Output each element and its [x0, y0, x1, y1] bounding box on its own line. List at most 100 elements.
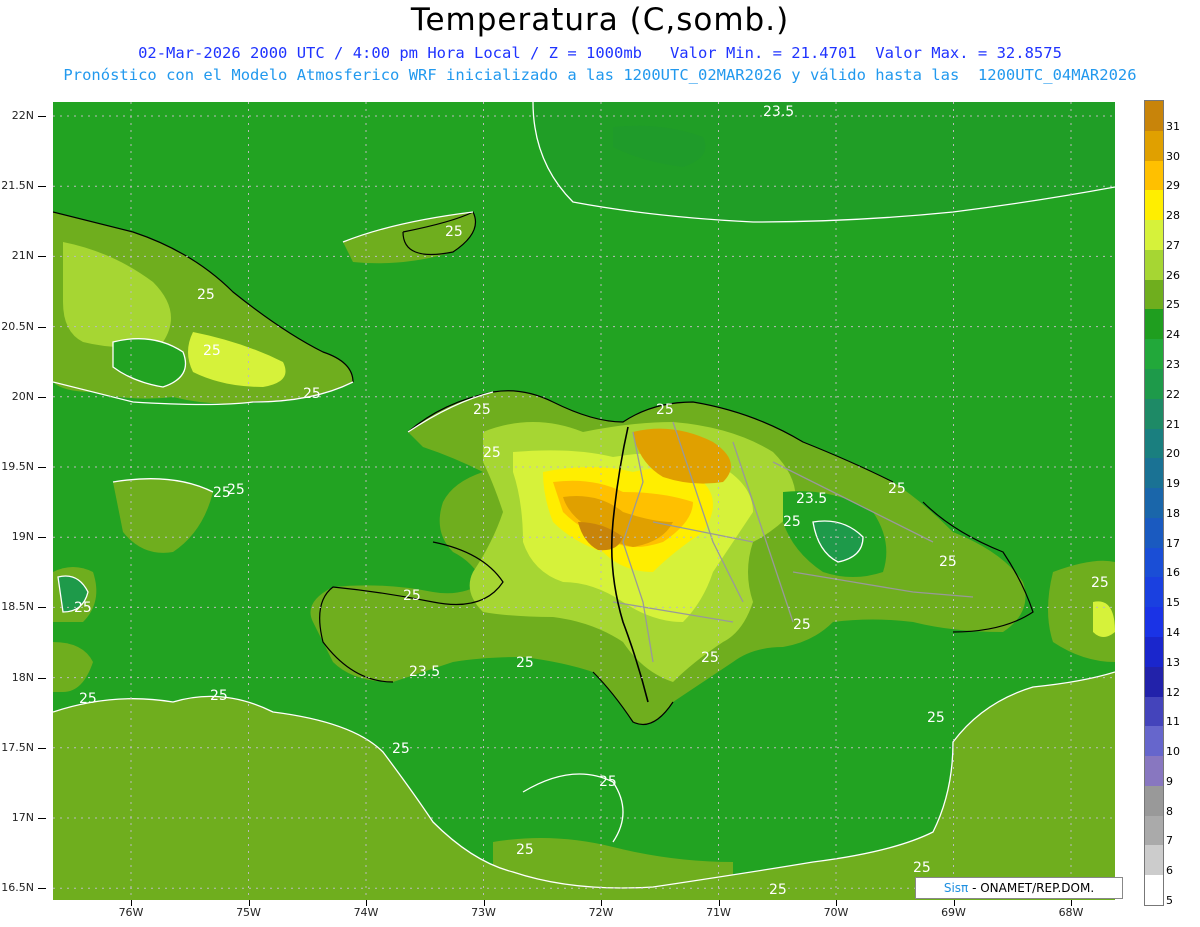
lon-tick: [1071, 900, 1072, 906]
colorbar-label: 17: [1166, 536, 1180, 550]
colorbar-label: 7: [1166, 834, 1173, 848]
colorbar-swatch: [1145, 130, 1163, 162]
colorbar-swatch: [1145, 339, 1163, 370]
lat-label: 21.5N: [1, 179, 34, 193]
lon-label: 72W: [588, 906, 614, 919]
lat-tick: [38, 607, 46, 609]
colorbar-swatch: [1145, 815, 1163, 846]
lon-tick: [953, 900, 955, 906]
colorbar-swatch: [1145, 190, 1163, 221]
lon-label: 70W: [823, 906, 849, 919]
contour-label: 25: [516, 842, 534, 858]
contour-label: 25: [445, 224, 463, 240]
contour-label: 25: [203, 343, 221, 359]
contour-label: 25: [79, 691, 97, 707]
lon-label: 75W: [236, 906, 261, 919]
contour-label: 25: [197, 287, 215, 303]
colorbar-swatch: [1145, 785, 1163, 817]
lat-tick: [38, 396, 46, 398]
contour-label: 25: [939, 554, 957, 570]
contour-label: 25: [303, 386, 321, 402]
colorbar-label: 18: [1166, 506, 1180, 520]
colorbar-swatch: [1145, 607, 1163, 638]
contour-label: 25: [927, 710, 945, 726]
colorbar-label: 26: [1166, 268, 1180, 282]
colorbar-swatch: [1145, 726, 1163, 757]
lon-label: 71W: [706, 906, 731, 919]
lat-label: 20N: [11, 389, 34, 403]
lat-label: 21N: [11, 249, 34, 263]
colorbar-label: 20: [1166, 447, 1180, 461]
colorbar-swatch: [1145, 458, 1163, 489]
contour-label: 25: [213, 485, 231, 501]
lat-tick: [38, 677, 46, 679]
credit-text: - ONAMET/REP.DOM.: [968, 881, 1095, 895]
contour-label: 25: [913, 860, 931, 876]
colorbar-swatch: [1145, 428, 1163, 459]
colorbar-label: 25: [1166, 298, 1180, 312]
forecast-time-and-range: 02-Mar-2026 2000 UTC / 4:00 pm Hora Loca…: [138, 44, 1062, 62]
colorbar-swatch: [1145, 696, 1163, 727]
colorbar-swatch: [1145, 249, 1163, 281]
lon-label: 68W: [1058, 906, 1084, 919]
colorbar-label: 8: [1166, 804, 1173, 818]
lat-tick: [38, 186, 46, 188]
colorbar-label: 23: [1166, 358, 1180, 371]
lat-label: 18.5N: [1, 600, 34, 614]
colorbar-swatch: [1145, 666, 1163, 698]
lat-tick: [38, 256, 46, 258]
colorbar-label: 9: [1166, 774, 1173, 788]
lon-label: 76W: [118, 906, 144, 919]
contour-label: 25: [1091, 575, 1109, 591]
contour-label: 23.5: [763, 104, 794, 120]
lat-tick: [38, 818, 46, 819]
colorbar-swatch: [1145, 547, 1163, 578]
lon-tick: [601, 900, 602, 906]
lon-tick: [366, 900, 367, 906]
contour-label: 25: [392, 741, 410, 757]
lat-label: 19N: [11, 530, 34, 544]
lon-tick: [483, 900, 485, 906]
colorbar-label: 28: [1166, 209, 1180, 223]
lat-label: 19.5N: [1, 460, 34, 473]
colorbar-label: 27: [1166, 238, 1180, 252]
credit-box: Sisπ - ONAMET/REP.DOM.: [915, 877, 1123, 899]
lat-tick: [38, 888, 46, 890]
lat-tick: [38, 467, 46, 468]
colorbar-swatch: [1145, 875, 1163, 906]
colorbar-swatch: [1145, 279, 1163, 310]
lat-label: 22N: [11, 109, 34, 122]
colorbar-swatch: [1145, 369, 1163, 400]
contour-label: 25: [783, 514, 801, 530]
contour-label: 25: [599, 774, 617, 790]
lat-label: 18N: [11, 670, 34, 684]
lon-tick: [131, 900, 132, 906]
contour-label: 25: [516, 655, 534, 671]
colorbar-label: 10: [1166, 745, 1180, 759]
lon-tick: [718, 900, 720, 906]
colorbar-swatch: [1145, 220, 1163, 251]
colorbar-swatch: [1145, 160, 1163, 191]
lat-label: 17N: [11, 811, 34, 824]
contour-label: 25: [74, 600, 92, 616]
lon-tick: [248, 900, 250, 906]
colorbar-swatch: [1145, 309, 1163, 340]
contour-label: 23.5: [409, 664, 440, 680]
temperature-map: 23.5 25 25 25 25 25 25 25 23.5 25 25 25 25 25 25 23.5 25…: [53, 102, 1115, 900]
lon-tick: [836, 900, 837, 906]
contour-label: 25: [473, 402, 491, 418]
lat-label: 17.5N: [1, 740, 34, 754]
contour-label: 25: [769, 882, 787, 898]
map-title: Temperatura (C,somb.): [410, 2, 790, 38]
colorbar-swatch: [1145, 488, 1163, 519]
colorbar-swatch: [1145, 756, 1163, 787]
colorbar-label: 12: [1166, 685, 1180, 699]
colorbar-label: 13: [1166, 655, 1180, 669]
contour-label: 25: [210, 688, 228, 704]
contour-label: 25: [888, 481, 906, 497]
lon-label: 69W: [941, 906, 966, 919]
colorbar-swatch: [1145, 517, 1163, 549]
lat-tick: [38, 326, 46, 328]
contour-label: 25: [701, 650, 719, 666]
colorbar-label: 29: [1166, 179, 1180, 193]
